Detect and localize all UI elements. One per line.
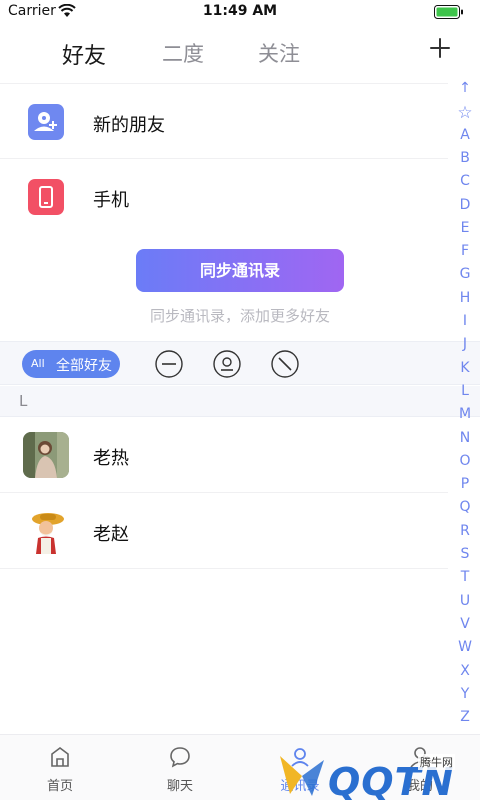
index-letter[interactable]: T [450,569,480,585]
phone-label: 手机 [93,190,129,211]
new-friends-row[interactable]: 新的朋友 [0,83,448,159]
contact-name: 老赵 [93,524,129,545]
index-letter[interactable]: G [450,266,480,282]
index-letter[interactable]: M [450,406,480,422]
index-letter[interactable]: X [450,663,480,679]
index-letter[interactable]: C [450,173,480,189]
index-letter[interactable]: S [450,546,480,562]
index-letter[interactable]: F [450,243,480,259]
tab-following[interactable]: 关注 [258,38,300,68]
phone-row[interactable]: 手机 [0,159,448,235]
home-icon [51,747,69,767]
status-bar: Carrier 11:49 AM [0,0,480,24]
index-letter[interactable]: D [450,197,480,213]
tab-friends[interactable]: 好友 [62,38,106,70]
nav-chat[interactable]: 聊天 [120,735,240,800]
index-letter[interactable]: I [450,313,480,329]
chip-label: 全部好友 [56,358,112,374]
section-letter: L [19,392,28,410]
avatar [23,432,69,478]
filter-bar: All 全部好友 [0,341,480,385]
slash-circle-icon[interactable] [270,349,300,379]
index-letter[interactable]: W [450,639,480,655]
index-letter[interactable]: H [450,290,480,306]
nav-chat-label: 聊天 [166,779,193,794]
person-circle-icon[interactable] [212,349,242,379]
index-letter[interactable]: U [450,593,480,609]
index-letter[interactable]: J [450,336,480,352]
index-letter[interactable]: P [450,476,480,492]
minus-circle-icon[interactable] [154,349,184,379]
add-icon[interactable] [426,34,454,62]
contact-row[interactable]: 老赵 [0,493,448,569]
all-friends-chip[interactable]: All 全部好友 [22,350,120,378]
index-letter[interactable]: Z [450,709,480,725]
index-letter[interactable]: B [450,150,480,166]
status-time: 11:49 AM [202,3,278,19]
nav-home-label: 首页 [46,779,73,794]
chip-tag: All [31,357,45,370]
index-letter[interactable]: N [450,430,480,446]
new-friend-icon [28,104,64,140]
contact-row[interactable]: 老热 [0,417,448,493]
index-letter[interactable]: R [450,523,480,539]
index-letter[interactable]: ↑ [450,80,480,96]
index-letter[interactable]: V [450,616,480,632]
sync-hint: 同步通讯录，添加更多好友 [149,307,330,325]
sync-contacts-button[interactable]: 同步通讯录 [136,249,344,292]
index-letter[interactable]: O [450,453,480,469]
section-header: L [0,386,480,417]
contact-name: 老热 [93,448,129,469]
index-letter[interactable]: Y [450,686,480,702]
nav-home[interactable]: 首页 [0,735,120,800]
index-letter[interactable]: ☆ [450,103,480,123]
alphabet-index[interactable]: ↑ ☆ A B C D E F G H I J K L M N O P Q R S T U V W X Y Z [450,80,480,732]
battery-icon [434,5,463,19]
index-letter[interactable]: E [450,220,480,236]
watermark-sub: 腾牛网 [418,754,455,770]
tab-second-degree[interactable]: 二度 [162,38,204,68]
avatar [23,508,69,554]
chat-icon [170,747,190,768]
index-letter[interactable]: A [450,127,480,143]
watermark-mark-icon [280,756,324,796]
watermark: QQTN 腾牛网 [272,746,480,800]
index-letter[interactable]: K [450,360,480,376]
phone-icon [28,179,64,215]
index-letter[interactable]: Q [450,499,480,515]
new-friends-label: 新的朋友 [93,115,165,136]
index-letter[interactable]: L [450,383,480,399]
top-tabs: 好友 二度 关注 [0,30,480,74]
